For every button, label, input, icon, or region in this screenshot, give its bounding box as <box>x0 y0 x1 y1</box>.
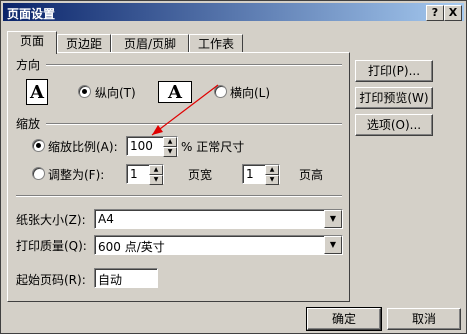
tab-sheet[interactable]: 工作表 <box>189 34 243 53</box>
print-preview-button[interactable]: 打印预览(W) <box>355 87 433 109</box>
fit-to-label: 调整为(F): <box>48 168 105 182</box>
options-button[interactable]: 选项(O)... <box>355 114 433 136</box>
tab-page[interactable]: 页面 <box>7 31 57 54</box>
print-quality-label: 打印质量(Q): <box>16 239 87 253</box>
fit-tall-label: 页高 <box>299 168 324 182</box>
scaling-bottom-divider <box>16 195 342 197</box>
print-quality-select[interactable]: 600 点/英寸 ▼ <box>94 235 343 255</box>
fit-to-radio[interactable] <box>32 167 45 180</box>
spin-up-icon[interactable]: ▲ <box>265 165 279 175</box>
chevron-down-icon[interactable]: ▼ <box>324 236 342 254</box>
help-button[interactable]: ? <box>426 5 444 21</box>
page-setup-dialog: 页面设置 ? X 页面 页边距 页眉/页脚 工作表 方向 A 纵向(T) A 横… <box>0 0 467 334</box>
first-page-number-label: 起始页码(R): <box>16 273 86 287</box>
fit-tall-arrows: ▲ ▼ <box>265 165 279 185</box>
annotation-arrow-icon <box>151 84 219 136</box>
spin-down-icon[interactable]: ▼ <box>163 147 177 157</box>
scaling-section-label: 缩放 <box>16 117 41 131</box>
spin-down-icon[interactable]: ▼ <box>265 175 279 185</box>
portrait-radio[interactable] <box>78 85 91 98</box>
spin-up-icon[interactable]: ▲ <box>149 165 163 175</box>
ok-button[interactable]: 确定 <box>306 307 382 331</box>
fit-tall-spinner[interactable]: 1 ▲ ▼ <box>242 164 280 185</box>
portrait-label: 纵向(T) <box>95 86 136 100</box>
fit-wide-value[interactable]: 1 <box>130 167 138 181</box>
tab-margins[interactable]: 页边距 <box>57 34 111 53</box>
title-bar[interactable]: 页面设置 ? X <box>3 3 464 21</box>
fit-wide-label: 页宽 <box>188 168 213 182</box>
print-quality-value: 600 点/英寸 <box>98 240 165 254</box>
first-page-number-input[interactable]: 自动 <box>94 268 158 288</box>
tab-header-footer[interactable]: 页眉/页脚 <box>111 34 189 53</box>
print-button[interactable]: 打印(P)... <box>355 60 433 82</box>
chevron-down-icon[interactable]: ▼ <box>324 210 342 228</box>
window-title: 页面设置 <box>7 7 56 21</box>
first-page-number-value: 自动 <box>98 273 123 287</box>
close-button[interactable]: X <box>444 5 462 21</box>
spin-down-icon[interactable]: ▼ <box>149 175 163 185</box>
orientation-divider <box>46 64 342 66</box>
fit-wide-arrows: ▲ ▼ <box>149 165 163 185</box>
cancel-button[interactable]: 取消 <box>387 308 461 330</box>
fit-tall-value[interactable]: 1 <box>246 167 254 181</box>
paper-size-select[interactable]: A4 ▼ <box>94 209 343 229</box>
portrait-page-icon: A <box>26 79 48 105</box>
paper-size-label: 纸张大小(Z): <box>16 213 86 227</box>
page-tab-panel: 方向 A 纵向(T) A 横向(L) 缩放 缩放比例(A): 100 ▲ ▼ %… <box>7 52 350 302</box>
adjust-to-radio-dot <box>36 143 41 148</box>
adjust-to-label: 缩放比例(A): <box>48 140 118 154</box>
fit-wide-spinner[interactable]: 1 ▲ ▼ <box>126 164 164 185</box>
portrait-radio-dot <box>82 89 87 94</box>
orientation-section-label: 方向 <box>16 58 41 72</box>
adjust-to-radio[interactable] <box>32 139 45 152</box>
paper-size-value: A4 <box>98 212 114 226</box>
